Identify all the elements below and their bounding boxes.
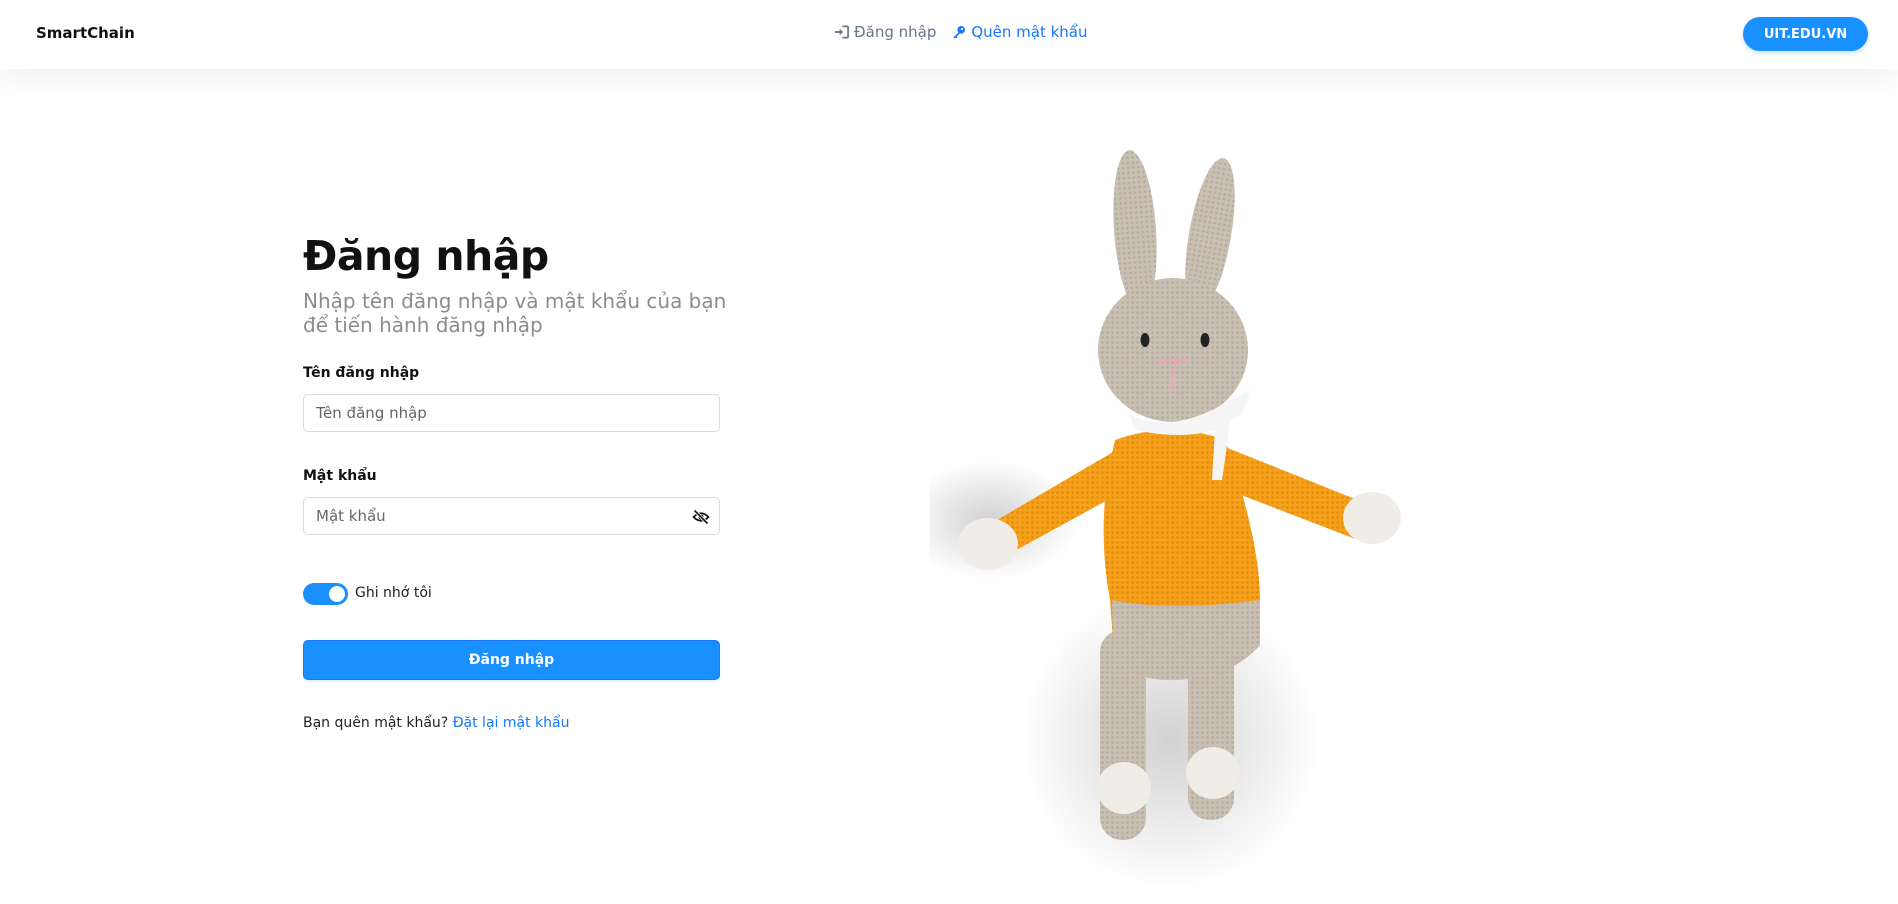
username-label: Tên đăng nhập (303, 365, 420, 381)
key-icon (952, 25, 966, 39)
remember-me-label[interactable]: Ghi nhớ tôi (355, 585, 432, 601)
nav-link-login-label: Đăng nhập (854, 23, 937, 41)
page-title: Đăng nhập (303, 232, 549, 280)
nav-link-login[interactable]: Đăng nhập (834, 23, 936, 41)
remember-me-toggle[interactable] (303, 583, 348, 605)
password-label: Mật khẩu (303, 468, 377, 484)
sign-in-icon (834, 25, 849, 39)
nav-link-forgot-label: Quên mật khẩu (971, 23, 1088, 41)
forgot-password-text: Bạn quên mật khẩu? Đặt lại mật khẩu (303, 715, 569, 731)
username-input[interactable] (304, 395, 676, 431)
password-input[interactable] (304, 498, 676, 534)
navbar: SmartChain Đăng nhập Quên mật khẩu UIT.E… (0, 0, 1898, 69)
forgot-password-prompt: Bạn quên mật khẩu? (303, 715, 449, 731)
username-field-wrapper (303, 394, 720, 432)
eye-slash-icon[interactable] (692, 508, 710, 526)
reset-password-link[interactable]: Đặt lại mật khẩu (453, 715, 570, 731)
brand-logo[interactable]: SmartChain (36, 24, 135, 42)
page-subtitle: Nhập tên đăng nhập và mật khẩu của bạn đ… (303, 289, 727, 337)
uit-edu-button[interactable]: UIT.EDU.VN (1743, 17, 1868, 51)
crochet-bunny-image (900, 140, 1430, 900)
password-field-wrapper (303, 497, 720, 535)
login-submit-button[interactable]: Đăng nhập (303, 640, 720, 680)
nav-links: Đăng nhập Quên mật khẩu (834, 23, 1088, 41)
nav-link-forgot-password[interactable]: Quên mật khẩu (952, 23, 1088, 41)
toggle-knob (329, 586, 345, 602)
